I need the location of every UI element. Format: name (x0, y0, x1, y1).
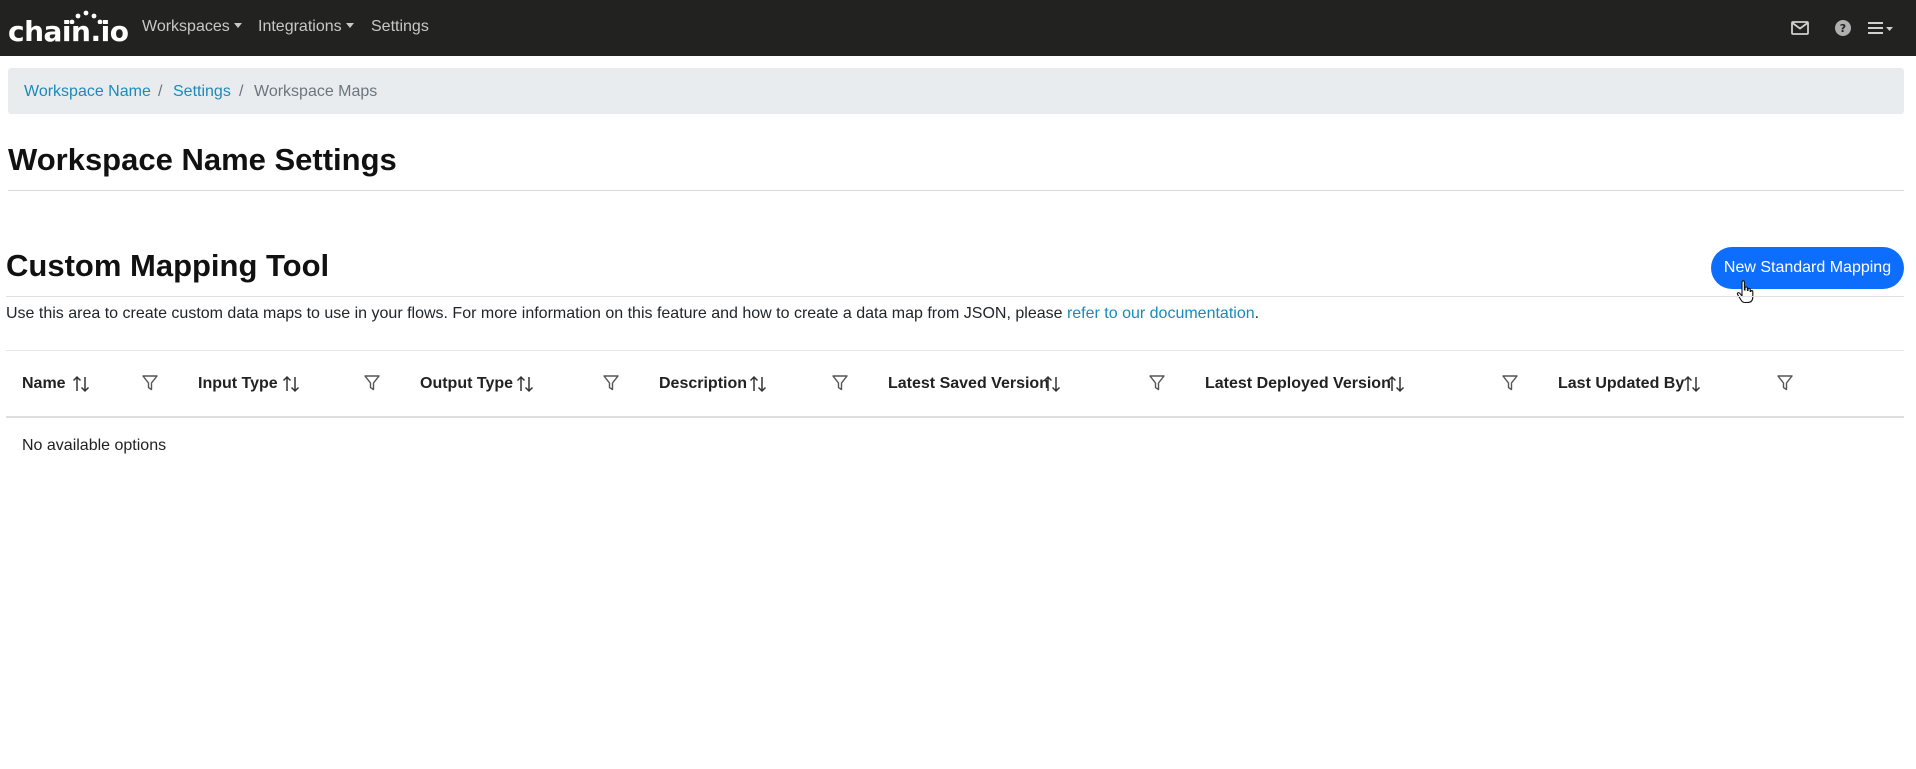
empty-table-message: No available options (22, 437, 167, 454)
filter-icon[interactable] (1776, 374, 1794, 392)
table-top-border (6, 350, 1904, 351)
column-header-latest-deployed-version[interactable]: Latest Deployed Version (1205, 374, 1391, 394)
breadcrumb-settings-link[interactable]: Settings (173, 82, 231, 102)
filter-icon[interactable] (1148, 374, 1166, 392)
breadcrumb-separator: / (158, 83, 163, 100)
nav-settings-link[interactable]: Settings (371, 17, 429, 37)
sort-icon[interactable] (1043, 374, 1061, 394)
nav-integrations-dropdown[interactable]: Integrations (258, 17, 354, 37)
help-icon[interactable]: ? (1831, 16, 1855, 40)
sort-icon[interactable] (282, 374, 300, 394)
breadcrumb: Workspace Name / Settings / Workspace Ma… (8, 68, 1904, 114)
hand-pointer-cursor-icon (1736, 280, 1754, 304)
filter-icon[interactable] (602, 374, 620, 392)
filter-icon[interactable] (831, 374, 849, 392)
sort-icon[interactable] (516, 374, 534, 394)
top-navbar: chain.io Workspaces Integrations Setting… (0, 0, 1916, 56)
sort-icon[interactable] (1683, 374, 1701, 394)
nav-workspaces-label: Workspaces (142, 18, 230, 35)
svg-text:?: ? (1840, 22, 1846, 35)
caret-down-icon (233, 23, 242, 28)
sort-icon[interactable] (72, 374, 90, 394)
logo-dots-icon (69, 10, 103, 24)
section-description: Use this area to create custom data maps… (6, 304, 1259, 324)
sort-icon[interactable] (749, 374, 767, 394)
sort-icon[interactable] (1387, 374, 1405, 394)
breadcrumb-current: Workspace Maps (254, 83, 378, 100)
documentation-link[interactable]: refer to our documentation (1067, 305, 1255, 322)
section-title: Custom Mapping Tool (6, 248, 330, 283)
column-header-output-type[interactable]: Output Type (420, 374, 513, 394)
description-end: . (1254, 305, 1260, 322)
column-header-input-type[interactable]: Input Type (198, 374, 278, 394)
filter-icon[interactable] (141, 374, 159, 392)
description-text: Use this area to create custom data maps… (6, 305, 1067, 322)
column-header-last-updated-by[interactable]: Last Updated By (1558, 374, 1684, 394)
column-header-latest-saved-version[interactable]: Latest Saved Version (888, 374, 1049, 394)
nav-workspaces-dropdown[interactable]: Workspaces (142, 17, 242, 37)
filter-icon[interactable] (1501, 374, 1519, 392)
hamburger-menu-icon[interactable] (1866, 16, 1896, 40)
nav-integrations-label: Integrations (258, 18, 342, 35)
caret-down-icon (345, 23, 354, 28)
filter-icon[interactable] (363, 374, 381, 392)
page-title: Workspace Name Settings (8, 142, 397, 177)
divider (6, 296, 1904, 297)
table-header-border (6, 416, 1904, 418)
breadcrumb-workspace-link[interactable]: Workspace Name (24, 82, 151, 102)
column-header-name[interactable]: Name (22, 374, 66, 394)
column-header-description[interactable]: Description (659, 374, 747, 394)
mail-icon[interactable] (1788, 16, 1812, 40)
breadcrumb-separator: / (239, 83, 244, 100)
divider (8, 190, 1904, 191)
